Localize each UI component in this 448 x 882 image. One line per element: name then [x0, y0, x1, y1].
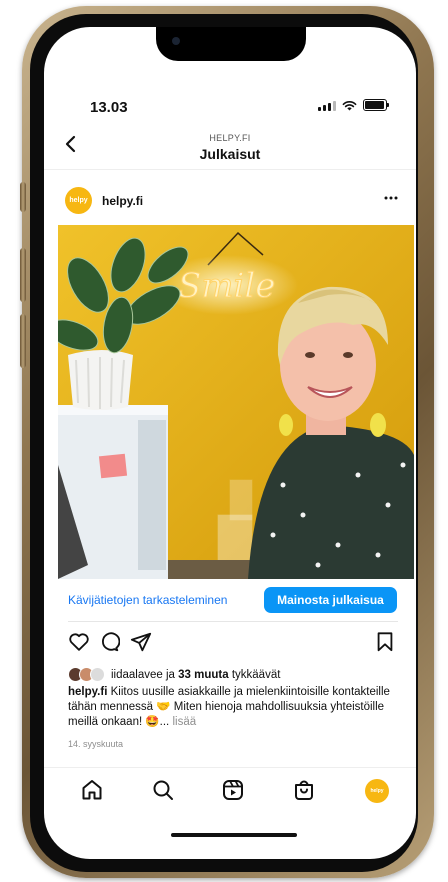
share-button[interactable] [130, 631, 152, 653]
bookmark-icon [377, 632, 393, 652]
like-button[interactable] [68, 631, 90, 653]
phone-screen: 13.03 HELPY.FI Julkaisut helpy helpy.fi [44, 27, 416, 859]
caption-more-link[interactable]: lisää [172, 716, 196, 728]
insights-link[interactable]: Kävijätietojen tarkasteleminen [68, 593, 227, 607]
caption-ellipsis: ... [159, 716, 173, 728]
search-icon [153, 780, 173, 800]
ellipsis-icon [384, 196, 398, 200]
likes-connector: ja [162, 668, 179, 681]
share-icon [130, 632, 152, 652]
avatar [90, 667, 105, 682]
likes-summary[interactable]: iidaalavee ja 33 muuta tykkäävät [68, 667, 280, 682]
neon-sign-text: Smile [178, 266, 275, 306]
save-button[interactable] [374, 631, 396, 653]
heart-icon [69, 633, 89, 651]
likes-suffix: tykkäävät [228, 668, 281, 681]
caption-text: Kiitos uusille asiakkaille ja mielenkiin… [68, 686, 390, 728]
liked-by-user[interactable]: iidaalavee [111, 669, 163, 681]
divider [68, 621, 398, 622]
signal-bars-icon [318, 100, 336, 111]
nav-shop[interactable] [292, 778, 316, 802]
post-image[interactable]: Smile [58, 225, 414, 579]
status-time: 13.03 [90, 99, 128, 116]
wifi-icon [342, 100, 357, 110]
divider [44, 169, 416, 170]
comment-icon [102, 632, 121, 652]
post-caption: helpy.fi Kiitos uusille asiakkaille ja m… [68, 685, 398, 730]
header-subtitle: HELPY.FI [209, 133, 251, 143]
nav-search[interactable] [151, 778, 175, 802]
home-icon [82, 780, 102, 800]
more-options-button[interactable] [384, 187, 398, 203]
status-icons [318, 99, 389, 111]
post-username[interactable]: helpy.fi [102, 194, 143, 208]
caption-username[interactable]: helpy.fi [68, 686, 107, 698]
avatar[interactable]: helpy [65, 187, 92, 214]
page-title: Julkaisut [199, 146, 261, 162]
likes-count[interactable]: 33 muuta [178, 669, 229, 681]
nav-reels[interactable] [221, 778, 245, 802]
post-date: 14. syyskuuta [68, 739, 124, 749]
reels-icon [223, 780, 243, 800]
phone-side-button [20, 248, 26, 302]
notch [156, 27, 306, 61]
divider [44, 767, 416, 768]
shop-icon [295, 780, 313, 800]
comment-button[interactable] [98, 631, 121, 653]
nav-home[interactable] [80, 778, 104, 802]
battery-icon [363, 99, 389, 111]
phone-side-button [20, 182, 26, 212]
promote-button[interactable]: Mainosta julkaisua [264, 587, 397, 613]
nav-profile-avatar[interactable]: helpy [365, 779, 389, 803]
phone-side-button [20, 314, 26, 368]
post-photo-illustration: Smile [58, 225, 414, 579]
home-indicator[interactable] [171, 833, 297, 837]
camera-icon [172, 37, 180, 45]
